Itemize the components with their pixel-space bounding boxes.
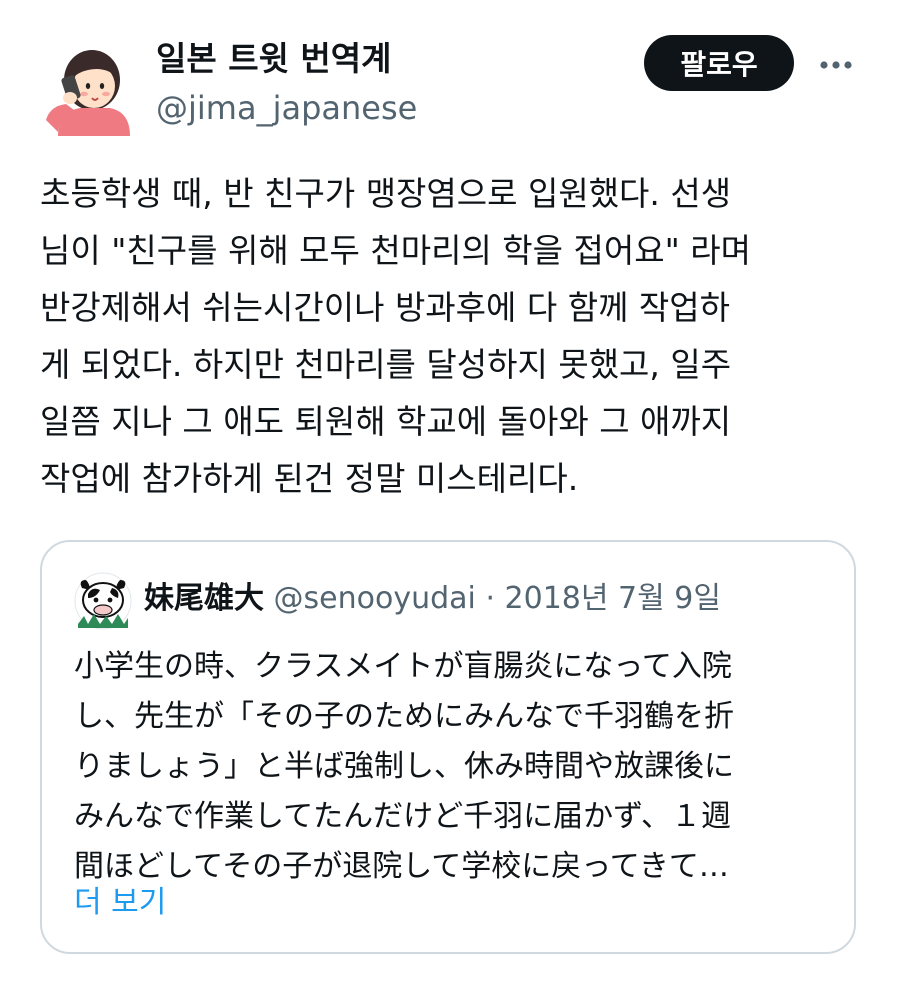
quote-line: りましょう」と半ば強制し、休み時間や放課後に	[74, 749, 734, 784]
tweet-line: 일쯤 지나 그 애도 퇴원해 학교에 돌아와 그 애까지	[40, 402, 732, 441]
quote-author-handle[interactable]: @senooyudai	[274, 581, 476, 616]
quote-author-avatar[interactable]	[74, 572, 132, 630]
girl-on-phone-avatar-icon	[46, 50, 130, 136]
quote-separator: ·	[485, 581, 495, 616]
author-avatar[interactable]	[40, 40, 136, 136]
tweet-line: 작업에 참가하게 된건 정말 미스테리다.	[40, 459, 579, 498]
tweet-line: 님이 "친구를 위해 모두 천마리의 학을 접어요" 라며	[40, 231, 751, 270]
show-more-link[interactable]: 더 보기	[74, 880, 166, 926]
quote-line: し、先生が「その子のためにみんなで千羽鶴を折	[74, 699, 734, 734]
quote-line: 小学生の時、クラスメイトが盲腸炎になって入院	[74, 649, 732, 684]
quote-line: 間ほどしてその子が退院して学校に戻ってきて…	[74, 849, 729, 884]
tweet-line: 반강제해서 쉬는시간이나 방과후에 다 함께 작업하	[40, 288, 731, 327]
quote-line: みんなで作業してたんだけど千羽に届かず、１週	[74, 799, 731, 834]
tweet-line: 게 되었다. 하지만 천마리를 달성하지 못했고, 일주	[40, 345, 732, 384]
author-display-name[interactable]: 일본 트윗 번역계	[156, 36, 392, 82]
tweet-text: 초등학생 때, 반 친구가 맹장염으로 입원했다. 선생 님이 "친구를 위해 …	[40, 165, 870, 507]
follow-button[interactable]: 팔로우	[644, 35, 794, 91]
quote-date[interactable]: 2018년 7월 9일	[505, 581, 721, 616]
more-dots-icon[interactable]	[814, 48, 858, 82]
cartoon-cow-avatar-icon	[74, 572, 132, 630]
quote-text: 小学生の時、クラスメイトが盲腸炎になって入院 し、先生が「その子のためにみんなで…	[74, 642, 834, 892]
tweet-line: 초등학생 때, 반 친구가 맹장염으로 입원했다. 선생	[40, 174, 732, 213]
author-handle[interactable]: @jima_japanese	[156, 86, 417, 130]
quoted-tweet-card[interactable]: 妹尾雄大 @senooyudai · 2018년 7월 9일 小学生の時、クラス…	[40, 540, 856, 954]
quote-header: 妹尾雄大 @senooyudai · 2018년 7월 9일	[144, 576, 721, 622]
quote-author-name[interactable]: 妹尾雄大	[144, 581, 264, 616]
